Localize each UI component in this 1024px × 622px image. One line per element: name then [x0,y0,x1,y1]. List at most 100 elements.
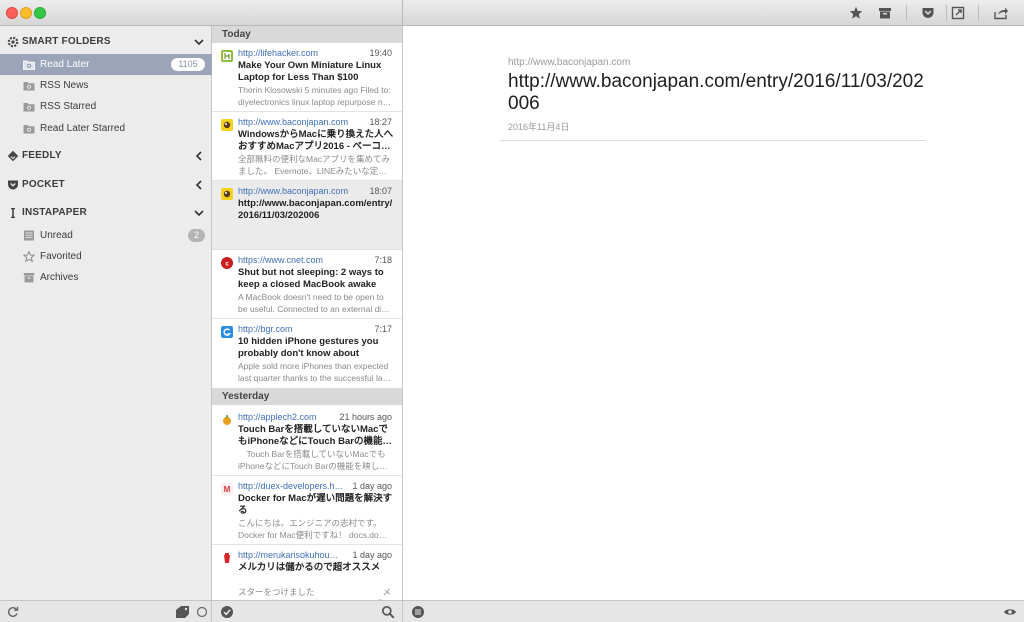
reader-divider [500,140,926,141]
merukari-favicon-icon [221,552,233,564]
article-list: Today http://lifehacker.com 19:40 Make Y… [212,26,403,600]
smart-folder-icon [23,103,35,112]
article-source: http://www.baconjapan.com [238,186,349,196]
sidebar-item-unread[interactable]: Unread 2 [0,225,212,246]
chevron-left-icon[interactable] [193,179,205,191]
pocket-label: POCKET [22,179,65,190]
unread-count-badge: 1105 [171,58,205,71]
list-menu-icon[interactable] [411,605,425,619]
list-item[interactable]: http://lifehacker.com 19:40 Make Your Ow… [212,43,402,112]
minimize-window-button[interactable] [20,7,32,19]
article-title: Docker for Macが遅い問題を解決する [238,493,393,517]
article-summary: Apple sold more iPhones than expected la… [238,361,392,383]
pocket-header[interactable]: POCKET [0,175,212,195]
star-button[interactable] [847,3,865,23]
list-item[interactable]: c https://www.cnet.com 7:18 Shut but not… [212,250,402,319]
article-source: http://lifehacker.com [238,48,319,58]
medium-favicon-icon: M [221,483,233,495]
article-time: 7:17 [374,324,392,334]
archive-icon [23,273,35,283]
star-outline-icon [23,251,35,262]
date-group-label: Today [222,29,251,40]
instapaper-label: INSTAPAPER [22,207,87,218]
article-time: 1 day ago [352,550,392,560]
list-item[interactable]: http://bgr.com 7:17 10 hidden iPhone ges… [212,319,402,388]
article-source: https://www.cnet.com [238,255,324,265]
instapaper-header[interactable]: INSTAPAPER [0,203,212,223]
unread-stack-icon [24,230,34,241]
toolbar-separator [906,5,907,21]
toolbar-divider [402,0,403,26]
article-title: メルカリは儲かるので超オススメ [238,562,381,573]
smart-folder-icon [23,60,35,70]
date-group-header: Today [212,26,402,43]
svg-text:M: M [224,485,231,494]
eye-icon[interactable] [1003,605,1017,619]
archive-icon [879,8,891,19]
toolbar [0,0,1024,26]
reader-bottom-bar [403,600,1024,622]
sidebar-item-rss-starred[interactable]: RSS Starred [0,96,212,117]
list-item-selected[interactable]: http://www.baconjapan.com 18:07 http://w… [212,181,402,250]
smart-folder-icon [23,125,35,134]
archive-button[interactable] [876,3,894,23]
share-button[interactable] [991,3,1011,23]
close-window-button[interactable] [6,7,18,19]
article-source: http://bgr.com [238,324,293,334]
zoom-window-button[interactable] [34,7,46,19]
tags-icon[interactable] [175,605,191,619]
sidebar-item-label: Read Later Starred [40,123,126,134]
article-title: http://www.baconjapan.com/entry/2016/11/… [238,198,393,222]
feedly-label: FEEDLY [22,150,62,161]
reader-title: http://www.baconjapan.com/entry/2016/11/… [508,71,924,114]
article-time: 18:07 [369,186,392,196]
smart-folders-header[interactable]: SMART FOLDERS [0,32,212,52]
sidebar-item-favorited[interactable]: Favorited [0,246,212,267]
sidebar: SMART FOLDERS Read Later 1105 RSS News R… [0,26,212,600]
cnet-favicon-icon: c [221,257,233,269]
sidebar-item-label: Favorited [40,251,82,262]
pocket-icon [922,8,934,18]
search-icon[interactable] [381,605,395,619]
list-item[interactable]: http://www.baconjapan.com 18:27 Windowsか… [212,112,402,181]
applech2-favicon-icon [221,414,233,426]
article-summary: Thorin Klosowski 5 minutes ago Filed to:… [238,85,392,107]
article-source: http://applech2.com [238,412,317,422]
list-item[interactable]: M http://duex-developers.h… 1 day ago Do… [212,476,402,545]
list-item[interactable]: http://applech2.com 21 hours ago Touch B… [212,407,402,476]
sidebar-item-read-later-starred[interactable]: Read Later Starred [0,118,212,139]
toolbar-separator [978,5,979,21]
sidebar-bottom-bar [0,600,212,622]
sidebar-item-archives[interactable]: Archives [0,267,212,288]
article-time: 21 hours ago [339,412,392,422]
refresh-icon[interactable] [6,605,20,619]
sidebar-item-label: RSS News [40,80,89,91]
open-in-browser-button[interactable] [949,3,967,23]
feedly-header[interactable]: FEEDLY [0,146,212,166]
sidebar-item-label: RSS Starred [40,101,97,112]
chevron-left-icon[interactable] [193,150,205,162]
smart-folders-label: SMART FOLDERS [22,36,111,47]
sidebar-item-label: Archives [40,272,79,283]
list-bottom-bar [212,600,403,622]
list-item[interactable]: http://merukarisokuhou… 1 day ago メルカリは儲… [212,545,402,600]
article-title: Touch Barを搭載していないMacでもiPhoneなどにTouch Bar… [238,424,392,448]
sidebar-item-rss-news[interactable]: RSS News [0,75,212,96]
article-time: 1 day ago [352,481,392,491]
reader-pane: http://www.baconjapan.com http://www.bac… [403,26,1024,600]
article-source: http://duex-developers.h… [238,481,344,491]
chevron-down-icon[interactable] [193,207,205,219]
reader-date: 2016年11月4日 [508,122,570,132]
article-title: Shut but not sleeping: 2 ways to keep a … [238,267,384,291]
instapaper-icon [11,208,15,218]
bgr-favicon-icon [221,326,233,338]
mark-all-read-icon[interactable] [220,605,234,619]
sidebar-item-read-later[interactable]: Read Later 1105 [0,54,212,75]
baconjapan-favicon-icon [221,188,233,200]
save-to-pocket-button[interactable] [919,3,937,23]
chevron-down-icon[interactable] [193,36,205,48]
star-icon [849,6,863,19]
article-summary: A MacBook doesn't need to be open to be … [238,292,390,314]
circle-icon[interactable] [195,605,209,619]
reader-source-url[interactable]: http://www.baconjapan.com [508,57,630,68]
